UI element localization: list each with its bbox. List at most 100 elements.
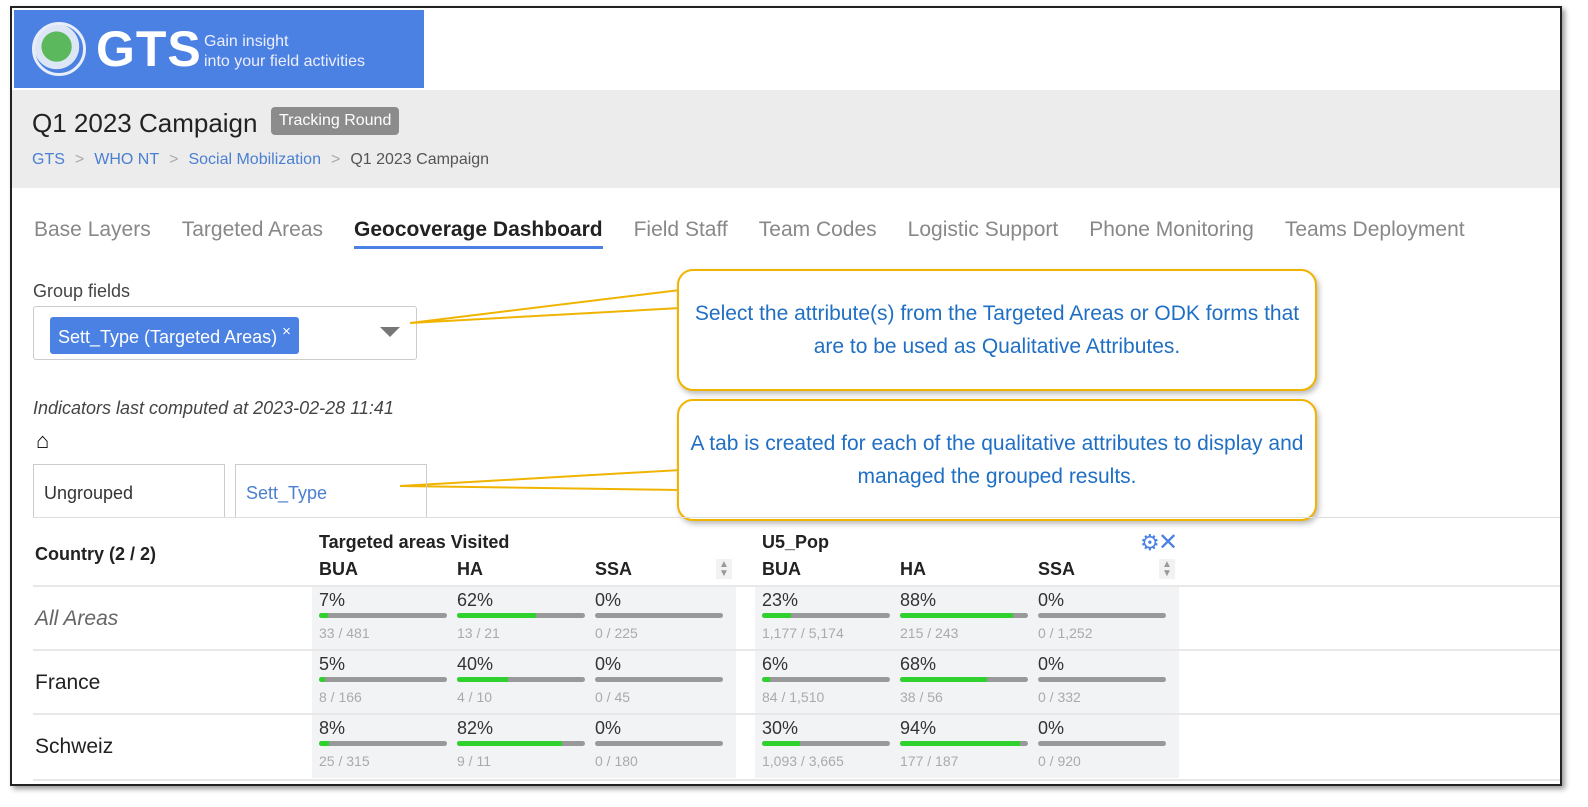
count-fraction: 9 / 11 bbox=[457, 753, 491, 769]
count-fraction: 0 / 180 bbox=[595, 753, 638, 769]
app-window: GTS Gain insight into your field activiti… bbox=[10, 6, 1562, 786]
progress-fill bbox=[457, 741, 562, 746]
indicator-cell: 68% 38 / 56 bbox=[900, 654, 1028, 705]
country-header[interactable]: Country (2 / 2) bbox=[35, 544, 156, 565]
count-fraction: 33 / 481 bbox=[319, 625, 370, 641]
indicator-cell: 62% 13 / 21 bbox=[457, 590, 585, 641]
tab-sett-type[interactable]: Sett_Type bbox=[235, 464, 427, 518]
col-ssa[interactable]: SSA bbox=[595, 559, 632, 580]
progress-bar bbox=[900, 613, 1028, 618]
count-fraction: 8 / 166 bbox=[319, 689, 362, 705]
progress-fill bbox=[319, 741, 330, 746]
percent-value: 6% bbox=[762, 654, 789, 674]
count-fraction: 1,093 / 3,665 bbox=[762, 753, 844, 769]
count-fraction: 4 / 10 bbox=[457, 689, 493, 705]
percent-value: 23% bbox=[762, 590, 799, 610]
home-icon[interactable]: ⌂ bbox=[36, 428, 49, 454]
row-divider bbox=[33, 585, 1560, 587]
progress-bar bbox=[1038, 613, 1166, 618]
indicator-cell: 0% 0 / 180 bbox=[595, 718, 723, 769]
tab-ungrouped[interactable]: Ungrouped bbox=[33, 464, 225, 518]
progress-bar bbox=[762, 613, 890, 618]
percent-value: 94% bbox=[900, 718, 937, 738]
indicator-cell: 6% 84 / 1,510 bbox=[762, 654, 890, 705]
count-fraction: 13 / 21 bbox=[457, 625, 500, 641]
progress-fill bbox=[319, 677, 326, 682]
percent-value: 40% bbox=[457, 654, 494, 674]
row-name[interactable]: Schweiz bbox=[35, 735, 113, 759]
progress-bar bbox=[1038, 677, 1166, 682]
row-divider bbox=[33, 713, 1560, 715]
indicator-cell: 0% 0 / 1,252 bbox=[1038, 590, 1166, 641]
percent-value: 5% bbox=[319, 654, 346, 674]
indicator-cell: 82% 9 / 11 bbox=[457, 718, 585, 769]
count-fraction: 84 / 1,510 bbox=[762, 689, 825, 705]
percent-value: 0% bbox=[1038, 590, 1065, 610]
callout-group-fields: Select the attribute(s) from the Targete… bbox=[677, 269, 1317, 391]
count-fraction: 177 / 187 bbox=[900, 753, 959, 769]
percent-value: 0% bbox=[1038, 654, 1065, 674]
indicator-cell: 94% 177 / 187 bbox=[900, 718, 1028, 769]
progress-bar bbox=[762, 677, 890, 682]
percent-value: 68% bbox=[900, 654, 937, 674]
count-fraction: 0 / 225 bbox=[595, 625, 638, 641]
indicator-cell: 88% 215 / 243 bbox=[900, 590, 1028, 641]
count-fraction: 38 / 56 bbox=[900, 689, 943, 705]
callout-group-tabs: A tab is created for each of the qualita… bbox=[677, 399, 1317, 521]
progress-bar bbox=[457, 613, 585, 618]
progress-bar bbox=[900, 741, 1028, 746]
indicator-cell: 8% 25 / 315 bbox=[319, 718, 447, 769]
progress-bar bbox=[319, 677, 447, 682]
percent-value: 82% bbox=[457, 718, 494, 738]
group-header-targeted-areas-visited: Targeted areas Visited bbox=[319, 532, 510, 552]
col-bua[interactable]: BUA bbox=[762, 559, 801, 580]
progress-bar bbox=[319, 741, 447, 746]
percent-value: 30% bbox=[762, 718, 799, 738]
divider bbox=[33, 517, 1560, 518]
sort-icon[interactable]: ▲ ▼ bbox=[1159, 559, 1175, 579]
col-ha[interactable]: HA bbox=[900, 559, 926, 580]
indicator-cell: 30% 1,093 / 3,665 bbox=[762, 718, 890, 769]
progress-fill bbox=[762, 741, 801, 746]
progress-fill bbox=[762, 613, 792, 618]
progress-bar bbox=[900, 677, 1028, 682]
progress-fill bbox=[319, 613, 328, 618]
percent-value: 8% bbox=[319, 718, 346, 738]
group-header-u5-pop: U5_Pop bbox=[762, 532, 830, 552]
row-name[interactable]: All Areas bbox=[35, 607, 118, 631]
progress-bar bbox=[595, 613, 723, 618]
last-computed-text: Indicators last computed at 2023-02-28 1… bbox=[33, 398, 394, 418]
percent-value: 88% bbox=[900, 590, 937, 610]
count-fraction: 0 / 1,252 bbox=[1038, 625, 1093, 641]
count-fraction: 0 / 45 bbox=[595, 689, 631, 705]
count-fraction: 1,177 / 5,174 bbox=[762, 625, 844, 641]
percent-value: 0% bbox=[595, 718, 622, 738]
progress-fill bbox=[900, 677, 988, 682]
row-name[interactable]: France bbox=[35, 671, 100, 695]
count-fraction: 215 / 243 bbox=[900, 625, 959, 641]
indicator-cell: 0% 0 / 225 bbox=[595, 590, 723, 641]
progress-fill bbox=[762, 677, 770, 682]
indicator-cell: 0% 0 / 45 bbox=[595, 654, 723, 705]
group-settings-gear-icon[interactable]: ⚙ bbox=[1140, 530, 1160, 556]
group-remove-close-icon[interactable]: ✕ bbox=[1158, 528, 1178, 557]
progress-bar bbox=[457, 677, 585, 682]
count-fraction: 0 / 920 bbox=[1038, 753, 1081, 769]
progress-fill bbox=[900, 741, 1021, 746]
percent-value: 7% bbox=[319, 590, 346, 610]
progress-bar bbox=[595, 677, 723, 682]
progress-fill bbox=[457, 613, 537, 618]
sort-icon[interactable]: ▲ ▼ bbox=[716, 559, 732, 579]
col-ssa[interactable]: SSA bbox=[1038, 559, 1075, 580]
indicator-cell: 7% 33 / 481 bbox=[319, 590, 447, 641]
row-divider bbox=[33, 649, 1560, 651]
percent-value: 0% bbox=[1038, 718, 1065, 738]
progress-bar bbox=[1038, 741, 1166, 746]
col-bua[interactable]: BUA bbox=[319, 559, 358, 580]
percent-value: 0% bbox=[595, 590, 622, 610]
col-ha[interactable]: HA bbox=[457, 559, 483, 580]
row-divider bbox=[33, 779, 1560, 781]
count-fraction: 0 / 332 bbox=[1038, 689, 1081, 705]
percent-value: 0% bbox=[595, 654, 622, 674]
count-fraction: 25 / 315 bbox=[319, 753, 370, 769]
